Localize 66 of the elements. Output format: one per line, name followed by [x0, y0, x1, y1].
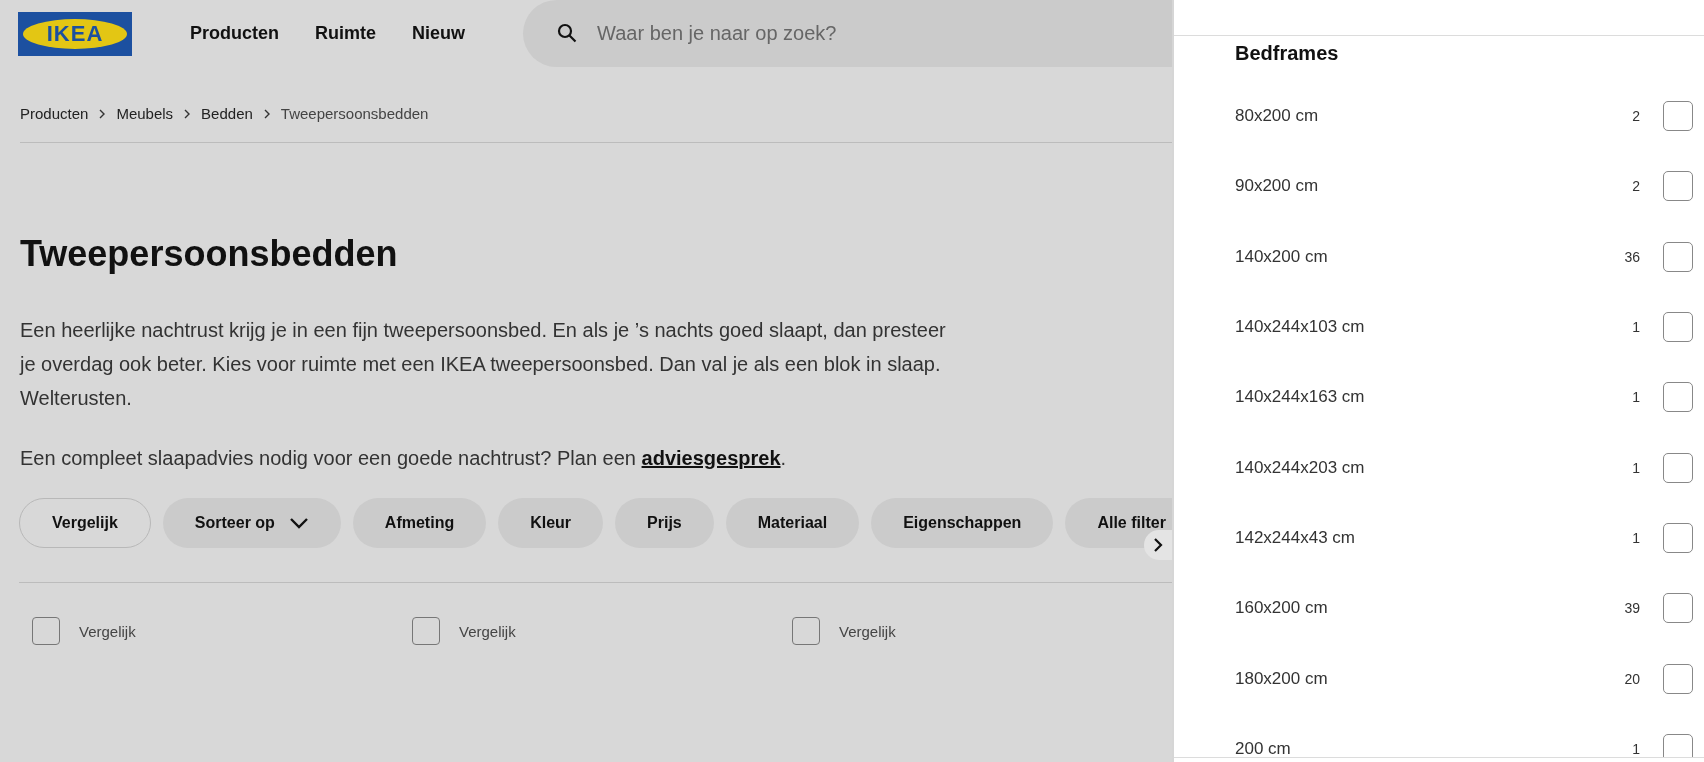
checkbox[interactable] [1663, 663, 1693, 694]
option-count: 1 [1632, 459, 1640, 476]
nav-link[interactable]: Producten [190, 23, 279, 44]
breadcrumb-link[interactable]: Bedden [201, 105, 253, 122]
breadcrumb-link[interactable]: Meubels [116, 105, 174, 122]
checkbox[interactable] [1663, 522, 1693, 553]
ikea-logo[interactable]: IKEA [18, 11, 132, 56]
option-label: 140x244x103 cm [1235, 317, 1366, 338]
option-count: 2 [1632, 178, 1640, 195]
option-count: 2 [1632, 108, 1640, 125]
panel-heading: Bedframes [1235, 42, 1340, 65]
compare-label: Vergelijk [839, 622, 896, 640]
chevron-icon [262, 108, 271, 119]
checkbox[interactable] [1663, 733, 1693, 757]
nav-link[interactable]: Ruimte [315, 23, 377, 44]
intro-paragraph: Een heerlijke nachtrust krijg je in een fijn tweepersoonsbed. En als je ’s nachts goed slaapt, dan presteer je overdag ook beter. Kies voor ruimte met een IKEA tweepersoonsbed. Dan val je als een blok in slaap. Welterusten. [20, 318, 947, 411]
checkbox[interactable] [792, 617, 820, 645]
option-label: 200 cm [1235, 738, 1292, 757]
option-label: 140x244x163 cm [1235, 387, 1366, 408]
option-count: 1 [1632, 389, 1640, 406]
compare-label: Vergelijk [459, 622, 516, 640]
checkbox[interactable] [1663, 312, 1693, 343]
option-count: 1 [1632, 319, 1640, 336]
chevron-right-icon [1153, 538, 1163, 552]
option-count: 20 [1624, 670, 1640, 687]
option-count: 1 [1632, 740, 1640, 757]
option-count: 1 [1632, 529, 1640, 546]
option-label: 140x244x203 cm [1235, 457, 1366, 478]
advice-link[interactable]: adviesgesprek [641, 447, 781, 469]
chevron-down-icon [288, 517, 309, 529]
filter-button[interactable]: Materiaal [725, 498, 860, 548]
checkbox[interactable] [412, 617, 440, 645]
checkbox[interactable] [1663, 452, 1693, 483]
filter-button[interactable]: Afmeting [352, 498, 487, 548]
option-label: 80x200 cm [1235, 106, 1320, 127]
scroll-right-button[interactable] [1144, 530, 1172, 560]
compare-button[interactable]: Vergelijk [19, 498, 151, 548]
filter-button[interactable]: Kleur [498, 498, 604, 548]
option-label: 160x200 cm [1235, 598, 1329, 619]
chevron-icon [98, 108, 107, 119]
option-label: 140x200 cm [1235, 246, 1329, 267]
search-icon [557, 23, 578, 43]
checkbox[interactable] [1663, 593, 1693, 624]
option-label: 90x200 cm [1235, 176, 1320, 197]
search-field[interactable]: Waar ben je naar op zoek? [523, 0, 1172, 67]
checkbox[interactable] [1663, 382, 1693, 413]
option-label: 142x244x43 cm [1235, 527, 1357, 548]
filter-button[interactable]: Eigenschappen [871, 498, 1054, 548]
checkbox[interactable] [1663, 171, 1693, 202]
breadcrumb-link[interactable]: Producten [20, 105, 89, 122]
advice-paragraph: Een compleet slaapadvies nodig voor een goede nachtrust? Plan een adviesgesprek. [20, 447, 788, 470]
nav-link[interactable]: Nieuw [412, 23, 466, 44]
option-count: 39 [1624, 600, 1640, 617]
checkbox[interactable] [32, 617, 60, 645]
option-count: 36 [1624, 248, 1640, 265]
breadcrumb-link[interactable]: Tweepersoonsbedden [280, 105, 429, 122]
checkbox[interactable] [1663, 241, 1693, 272]
option-label: 180x200 cm [1235, 668, 1329, 689]
sort-dropdown[interactable]: Sorteer op [162, 498, 341, 548]
page-title: Tweepersoonsbedden [20, 233, 399, 275]
filter-button[interactable]: Alle filter [1065, 498, 1172, 548]
chevron-icon [183, 108, 192, 119]
compare-label: Vergelijk [79, 622, 136, 640]
filter-button[interactable]: Prijs [615, 498, 714, 548]
logo-text: IKEA [46, 20, 104, 47]
checkbox[interactable] [1663, 101, 1693, 132]
